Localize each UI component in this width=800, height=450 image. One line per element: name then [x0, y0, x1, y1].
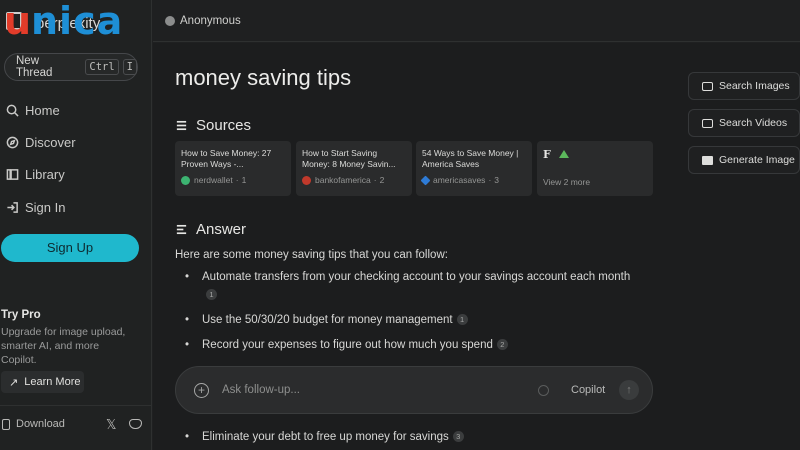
generate-image-label: Generate Image [719, 154, 795, 166]
answer-bullet: Record your expenses to figure out how m… [185, 336, 645, 354]
learn-more-label: Learn More [24, 376, 81, 388]
new-thread-button[interactable]: New Thread Ctrl I [4, 53, 138, 81]
triangle-favicon-icon [558, 150, 569, 158]
download-link[interactable]: Download [2, 418, 65, 430]
more-sources-icons: F [543, 148, 647, 161]
sidebar-item-sign-in[interactable]: Sign In [6, 196, 65, 218]
sidebar-item-discover[interactable]: Discover [6, 131, 76, 153]
view-more-label: View 2 more [543, 177, 591, 187]
forbes-icon: F [543, 148, 551, 161]
top-bar: Anonymous [153, 0, 800, 42]
user-indicator[interactable]: Anonymous [165, 15, 241, 27]
generate-image-button[interactable]: Generate Image [688, 146, 800, 174]
bankofamerica-favicon-icon [302, 175, 311, 185]
sign-up-button[interactable]: Sign Up [1, 234, 139, 262]
sidebar-item-label: Home [25, 102, 60, 118]
citation-badge[interactable]: 2 [496, 339, 508, 350]
pro-icon [702, 155, 713, 165]
user-icon [165, 16, 175, 26]
keyboard-shortcut: Ctrl I [85, 59, 137, 75]
learn-more-button[interactable]: ↗ Learn More [1, 371, 84, 393]
sidebar-item-label: Discover [25, 134, 76, 150]
user-name: Anonymous [180, 15, 241, 27]
kbd-ctrl: Ctrl [85, 59, 119, 75]
search-videos-button[interactable]: Search Videos [688, 109, 800, 137]
try-pro-title: Try Pro [1, 309, 41, 321]
compass-icon [6, 136, 19, 148]
sources-heading-label: Sources [196, 117, 252, 134]
sidebar-item-library[interactable]: Library [6, 163, 65, 185]
watermark-logo-rest: nica [31, 0, 124, 43]
source-number: 3 [494, 175, 500, 185]
main-content: money saving tips Sources How to Save Mo… [153, 43, 800, 450]
citation-badge[interactable]: 1 [456, 314, 468, 325]
source-site: americasaves [433, 175, 486, 185]
search-icon [6, 104, 19, 117]
copilot-toggle[interactable] [538, 385, 549, 396]
view-more-sources-button[interactable]: F View 2 more [537, 141, 653, 196]
nerdwallet-favicon-icon [181, 175, 190, 185]
page-title: money saving tips [175, 65, 352, 90]
sidebar: perplexity u nica New Thread Ctrl I Home… [0, 0, 152, 450]
source-meta: bankofamerica · 2 [302, 175, 406, 185]
answer-heading: Answer [175, 221, 246, 238]
sidebar-item-label: Library [25, 166, 65, 182]
follow-up-input[interactable]: Ask follow-up... [222, 384, 300, 396]
sidebar-footer: Download 𝕏 [0, 405, 152, 450]
new-thread-label: New Thread [16, 55, 53, 79]
sources-icon [176, 120, 187, 131]
watermark-logo: u [4, 0, 32, 43]
citation-badge[interactable]: 3 [452, 431, 464, 442]
try-pro-description: Upgrade for image upload, smarter AI, an… [1, 326, 126, 366]
source-site: nerdwallet [194, 175, 233, 185]
source-card[interactable]: How to Start Saving Money: 8 Money Savin… [296, 141, 412, 196]
phone-icon [2, 418, 10, 430]
sidebar-item-label: Sign In [25, 199, 66, 215]
follow-up-bar: + Ask follow-up... Copilot ↑ [175, 366, 653, 414]
arrow-up-right-icon: ↗ [9, 376, 19, 389]
source-card[interactable]: 54 Ways to Save Money | America Saves am… [416, 141, 532, 196]
americasaves-favicon-icon [420, 175, 431, 185]
image-icon [702, 81, 713, 91]
source-number: 2 [379, 175, 385, 185]
logo[interactable]: perplexity u nica [0, 0, 152, 44]
sources-heading: Sources [175, 117, 251, 134]
source-title: How to Save Money: 27 Proven Ways -... [181, 148, 272, 169]
search-images-label: Search Images [719, 80, 790, 92]
search-videos-label: Search Videos [719, 117, 788, 129]
source-number: 1 [241, 175, 247, 185]
source-site: bankofamerica [315, 175, 371, 185]
answer-intro: Here are some money saving tips that you… [175, 249, 448, 261]
search-images-button[interactable]: Search Images [688, 72, 800, 100]
try-pro-panel: Try Pro Upgrade for image upload, smarte… [1, 309, 141, 367]
source-title: How to Start Saving Money: 8 Money Savin… [302, 148, 396, 169]
answer-heading-label: Answer [196, 221, 247, 238]
answer-bullet: Automate transfers from your checking ac… [185, 268, 645, 304]
library-icon [6, 168, 19, 180]
source-title: 54 Ways to Save Money | America Saves [422, 148, 519, 169]
kbd-i: I [122, 59, 137, 75]
answer-bullet: Use the 50/30/20 budget for money manage… [185, 311, 645, 329]
x-icon[interactable]: 𝕏 [106, 417, 116, 433]
plus-icon[interactable]: + [194, 383, 209, 398]
source-meta: nerdwallet · 1 [181, 175, 285, 185]
download-label: Download [16, 418, 65, 430]
send-icon[interactable]: ↑ [619, 380, 639, 400]
source-card[interactable]: How to Save Money: 27 Proven Ways -... n… [175, 141, 291, 196]
discord-icon[interactable] [129, 419, 142, 429]
answer-icon [176, 224, 187, 235]
sign-in-icon [7, 201, 18, 213]
source-meta: americasaves · 3 [420, 175, 526, 185]
answer-bullet: Eliminate your debt to free up money for… [185, 428, 645, 446]
copilot-label[interactable]: Copilot [571, 384, 605, 396]
sidebar-item-home[interactable]: Home [6, 99, 60, 121]
citation-badge[interactable]: 1 [206, 289, 217, 300]
video-icon [702, 118, 713, 128]
